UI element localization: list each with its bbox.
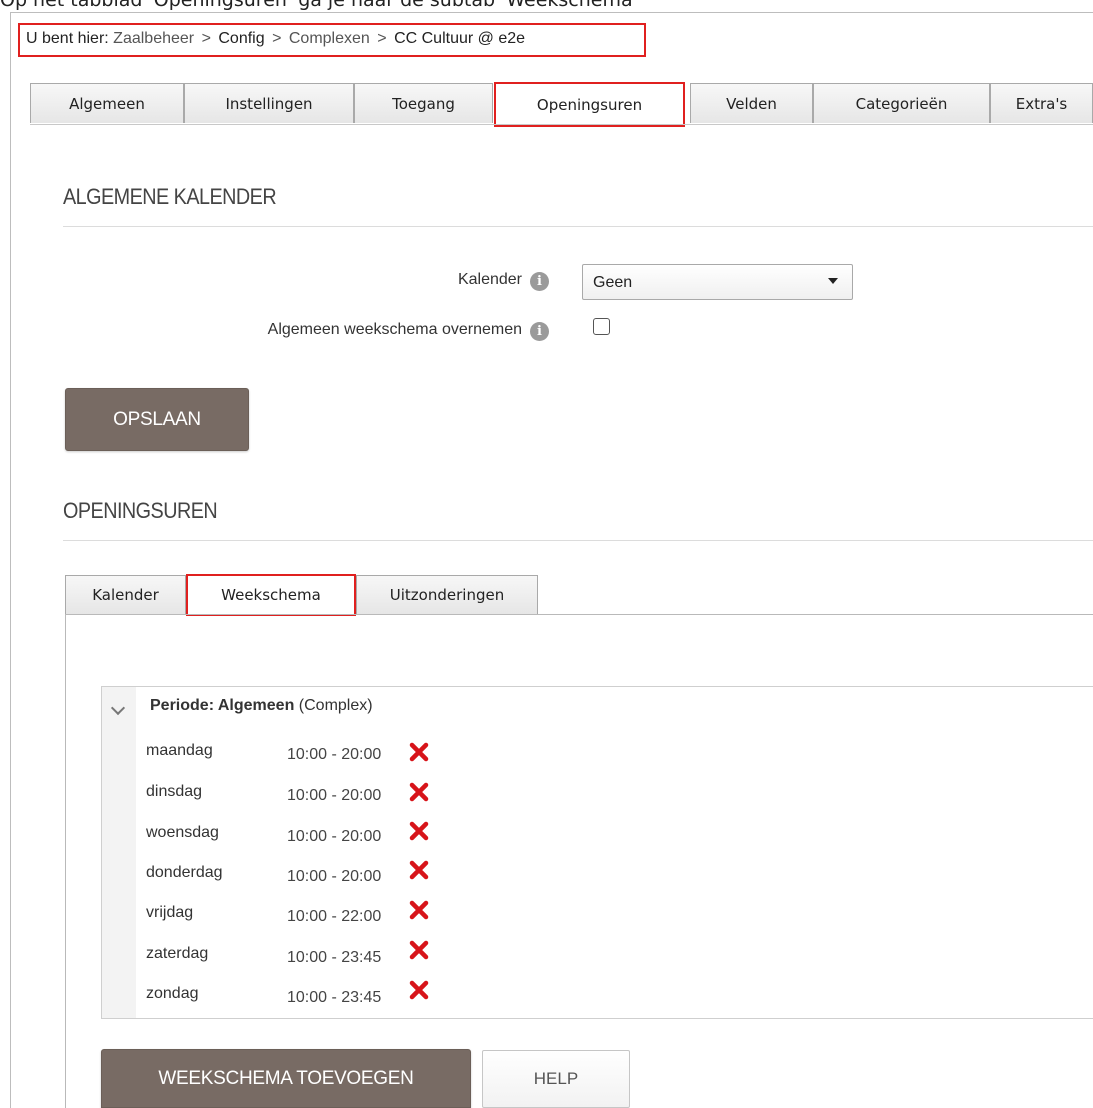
delete-icon[interactable] <box>409 742 429 762</box>
tab-openingsuren[interactable]: Openingsuren <box>494 82 685 127</box>
hours-label: 10:00 - 23:45 <box>287 949 382 966</box>
kalender-select[interactable]: Geen <box>582 264 853 300</box>
breadcrumb-prefix: U bent hier: <box>26 30 109 47</box>
day-label: zaterdag <box>146 945 209 962</box>
hours-label: 10:00 - 20:00 <box>287 828 382 845</box>
breadcrumb-config: Config <box>218 30 265 47</box>
delete-icon[interactable] <box>409 940 429 960</box>
chevron-down-icon <box>828 278 838 284</box>
period-panel <box>101 686 1093 1019</box>
document-caption: Op het tabblad 'Openingsuren' ga je naar… <box>0 0 638 11</box>
info-icon[interactable]: i <box>530 322 549 341</box>
hours-label: 10:00 - 23:45 <box>287 989 382 1006</box>
section-title-openingsuren: OPENINGSUREN <box>63 498 218 523</box>
delete-icon[interactable] <box>409 821 429 841</box>
delete-icon[interactable] <box>409 782 429 802</box>
section-divider <box>63 540 1093 541</box>
section-title-algemene-kalender: ALGEMENE KALENDER <box>63 184 277 209</box>
hours-label: 10:00 - 20:00 <box>287 746 382 763</box>
breadcrumb-separator: > <box>201 30 211 47</box>
info-icon[interactable]: i <box>530 272 549 291</box>
tab-instellingen[interactable]: Instellingen <box>184 83 354 123</box>
main-tab-bar: Algemeen Instellingen Toegang Openingsur… <box>30 82 1093 127</box>
tab-categorieen[interactable]: Categorieën <box>813 83 990 123</box>
breadcrumb-current-complex: CC Cultuur @ e2e <box>394 30 526 47</box>
delete-icon[interactable] <box>409 860 429 880</box>
day-label: woensdag <box>146 824 219 841</box>
kalender-label: Kalender <box>457 271 522 288</box>
period-gutter <box>101 686 136 1019</box>
hours-label: 10:00 - 22:00 <box>287 908 382 925</box>
subtab-weekschema[interactable]: Weekschema <box>186 574 356 616</box>
tab-extras[interactable]: Extra's <box>990 83 1093 123</box>
help-button[interactable]: HELP <box>482 1050 630 1108</box>
hours-label: 10:00 - 20:00 <box>287 868 382 885</box>
day-label: maandag <box>146 742 213 759</box>
day-label: zondag <box>146 985 199 1002</box>
subtab-kalender[interactable]: Kalender <box>65 575 186 614</box>
section-divider <box>63 226 1093 227</box>
day-label: donderdag <box>146 864 223 881</box>
breadcrumb: U bent hier: Zaalbeheer > Config > Compl… <box>18 23 646 57</box>
tab-bar-divider <box>30 124 1093 125</box>
add-weekschema-button[interactable]: WEEKSCHEMA TOEVOEGEN <box>101 1049 471 1108</box>
hours-label: 10:00 - 20:00 <box>287 787 382 804</box>
day-label: dinsdag <box>146 783 203 800</box>
copy-schedule-checkbox[interactable] <box>593 318 610 335</box>
period-scope: (Complex) <box>298 697 373 714</box>
subtab-uitzonderingen[interactable]: Uitzonderingen <box>356 575 538 614</box>
save-button[interactable]: OPSLAAN <box>65 388 249 451</box>
breadcrumb-separator: > <box>377 30 387 47</box>
period-header: Periode: Algemeen (Complex) <box>150 697 373 715</box>
breadcrumb-separator: > <box>272 30 282 47</box>
breadcrumb-zaalbeheer-link[interactable]: Zaalbeheer <box>113 30 194 47</box>
tab-algemeen[interactable]: Algemeen <box>30 83 184 123</box>
tab-toegang[interactable]: Toegang <box>354 83 493 123</box>
delete-icon[interactable] <box>409 980 429 1000</box>
kalender-select-value: Geen <box>593 274 633 291</box>
delete-icon[interactable] <box>409 900 429 920</box>
breadcrumb-complexen-link[interactable]: Complexen <box>289 30 370 47</box>
copy-schedule-label: Algemeen weekschema overnemen <box>267 321 522 338</box>
period-label: Periode: Algemeen <box>150 697 295 714</box>
tab-velden[interactable]: Velden <box>690 83 813 123</box>
day-label: vrijdag <box>146 904 194 921</box>
